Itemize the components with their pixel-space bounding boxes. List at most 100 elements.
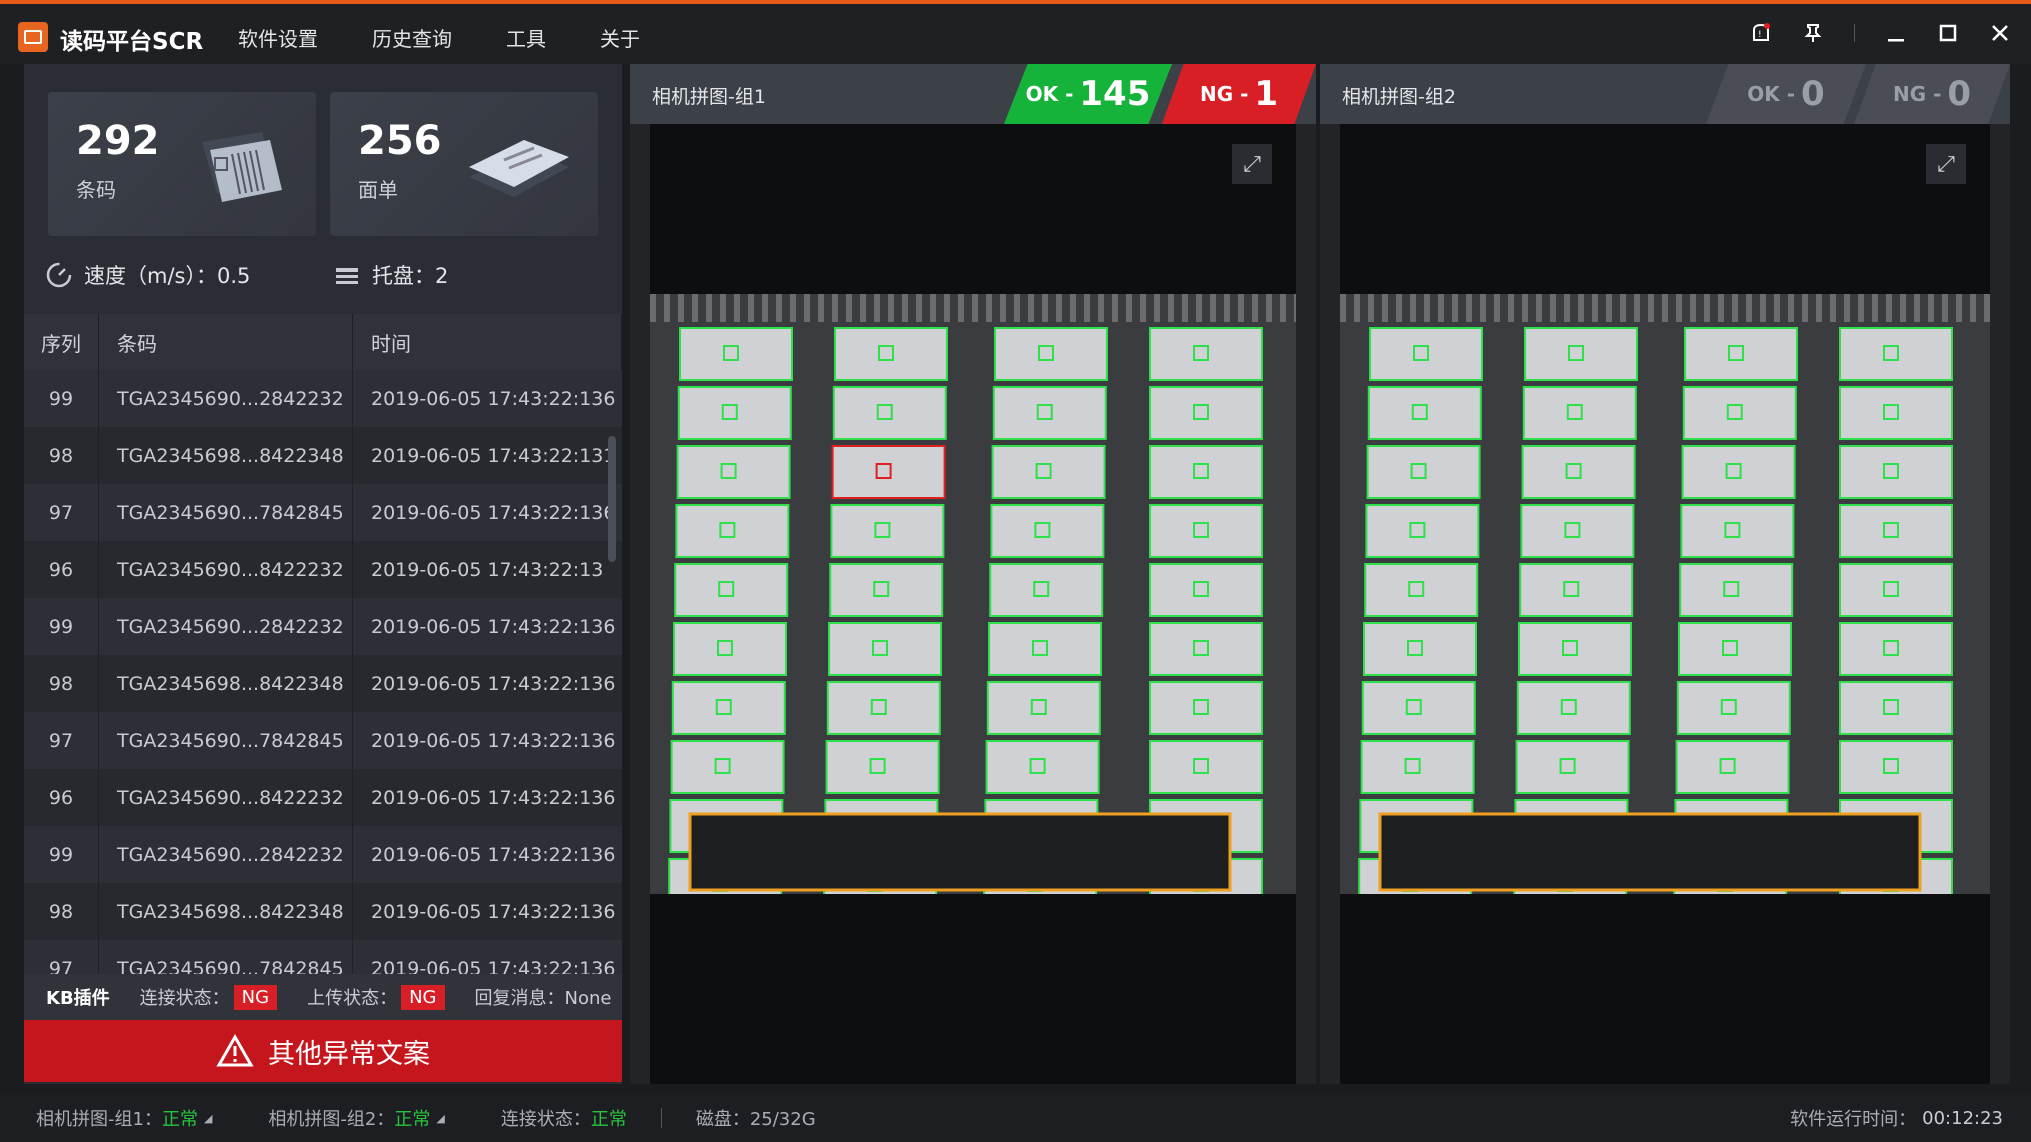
header-index[interactable]: 序列 [24,314,99,370]
rack-bar [1732,294,1738,322]
camera-panel-1: 相机拼图-组1 OK - 145 NG - 1 ⤢ [630,64,1316,1084]
rack-bar [1252,294,1258,322]
parcel-box [1682,386,1797,440]
rack-bar [1592,294,1598,322]
parcel-box [1516,681,1631,735]
table-row[interactable]: 96 TGA2345690...8422232 2019-06-05 17:43:2… [24,541,622,598]
camera-1-title: 相机拼图-组1 [652,86,766,108]
camera-1-image: ⤢ [650,124,1296,1084]
menu-about[interactable]: 关于 [600,23,640,52]
pallet-icon [336,268,358,284]
rack-bar [1410,294,1416,322]
table-row[interactable]: 97 TGA2345690...7842845 2019-06-05 17:43:2… [24,484,622,541]
main-menu: 软件设置 历史查询 工具 关于 [238,23,694,52]
status-runtime-value: 00:12:23 [1922,1107,2003,1129]
rack-bar [650,294,656,322]
expand-icon[interactable]: ⤢ [1232,144,1272,184]
rack-bar [1858,294,1864,322]
table-row[interactable]: 98 TGA2345698...8422348 2019-06-05 17:43:2… [24,427,622,484]
pallet-stat: 托盘：2 [332,260,448,290]
divider [1854,24,1855,42]
rack-bar [1564,294,1570,322]
parcel-box [994,327,1108,381]
rack-bar [692,294,698,322]
pin-icon[interactable] [1802,22,1824,44]
status-cam1-caret-icon[interactable]: ◢ [204,1112,212,1125]
row-time: 2019-06-05 17:43:22:136 [371,501,616,524]
menu-history[interactable]: 历史查询 [372,23,452,52]
rack-bar [1280,294,1286,322]
camera-1-ng-count: 1 [1254,74,1279,114]
table-row[interactable]: 98 TGA2345698...8422348 2019-06-05 17:43:2… [24,655,622,712]
parcel-box [1680,504,1795,558]
parcel-box [1365,504,1480,558]
row-barcode: TGA2345690...2842232 [99,598,353,655]
table-scrollbar[interactable] [608,436,616,562]
table-row[interactable]: 96 TGA2345690...8422232 2019-06-05 17:43:2… [24,769,622,826]
kb-plugin-bar: KB插件 连接状态： NG 上传状态： NG 回复消息：None [24,974,622,1020]
camera-2-ng-count: 0 [1947,74,1972,114]
table-row[interactable]: 99 TGA2345690...2842232 2019-06-05 17:43:2… [24,598,622,655]
parcel-box [1519,563,1634,617]
header-barcode[interactable]: 条码 [99,314,353,370]
parcel-box [1839,740,1953,794]
parcel-box [676,445,791,499]
notification-icon[interactable]: ! [1750,22,1772,44]
row-barcode: TGA2345690...2842232 [99,826,353,883]
menu-software-settings[interactable]: 软件设置 [238,23,318,52]
rack-bar [1606,294,1612,322]
title-bar: 读码平台SCR 软件设置 历史查询 工具 关于 ! [0,0,2031,64]
table-row[interactable]: 97 TGA2345690...7842845 2019-06-05 17:43:2… [24,712,622,769]
table-row[interactable]: 99 TGA2345690...2842232 2019-06-05 17:43:2… [24,370,622,427]
minimize-icon[interactable] [1885,22,1907,44]
rack-bar [1126,294,1132,322]
status-divider [660,1108,662,1128]
close-icon[interactable] [1989,22,2011,44]
parcel-box [1149,386,1263,440]
svg-text:!: ! [1758,30,1762,40]
table-row[interactable]: 97 TGA2345690...7842845 2019-06-05 17:43:2… [24,940,622,974]
rack-bar [860,294,866,322]
parcel-box [1681,445,1796,499]
camera-2-ok-label: OK - [1747,82,1796,106]
status-cam2-caret-icon[interactable]: ◢ [436,1112,444,1125]
app-title: 读码平台SCR [60,29,204,55]
camera-2-header: 相机拼图-组2 OK - 0 NG - 0 [1320,64,2010,124]
camera-1-ok-count: 145 [1079,74,1151,114]
waybill-count: 256 [358,118,442,164]
alert-banner[interactable]: 其他异常文案 [24,1020,622,1082]
expand-icon[interactable]: ⤢ [1926,144,1966,184]
rack-bar [1830,294,1836,322]
rack-bar [1014,294,1020,322]
window-controls: ! [1750,22,2011,44]
rack-bar [1648,294,1654,322]
rack-bar [902,294,908,322]
speed-stat: 速度（m/s）：0.5 [44,260,250,290]
rack-bar [706,294,712,322]
rack-bar [1984,294,1990,322]
parcel-box [1839,327,1953,381]
rack-bar [1396,294,1402,322]
rack-bar [1182,294,1188,322]
parcel-box [1839,622,1953,676]
rack-bar [1914,294,1920,322]
menu-tools[interactable]: 工具 [506,23,546,52]
table-row[interactable]: 98 TGA2345698...8422348 2019-06-05 17:43:2… [24,883,622,940]
rack-bar [1536,294,1542,322]
camera-2-pallet-image [1340,294,1990,894]
rack-bar [1956,294,1962,322]
rack-bar [1970,294,1976,322]
parcel-box [1149,445,1263,499]
parcel-box [985,740,1100,794]
rack-bar [1340,294,1346,322]
header-time[interactable]: 时间 [353,314,622,370]
pallet-frame [1378,812,1922,892]
camera-1-ok-label: OK - [1025,82,1074,106]
rack-bar [1774,294,1780,322]
kb-upload-label: 上传状态： [307,988,398,1009]
parcel-box [1839,445,1953,499]
parcel-box [989,563,1104,617]
maximize-icon[interactable] [1937,22,1959,44]
rack-bar [1354,294,1360,322]
table-row[interactable]: 99 TGA2345690...2842232 2019-06-05 17:43:2… [24,826,622,883]
